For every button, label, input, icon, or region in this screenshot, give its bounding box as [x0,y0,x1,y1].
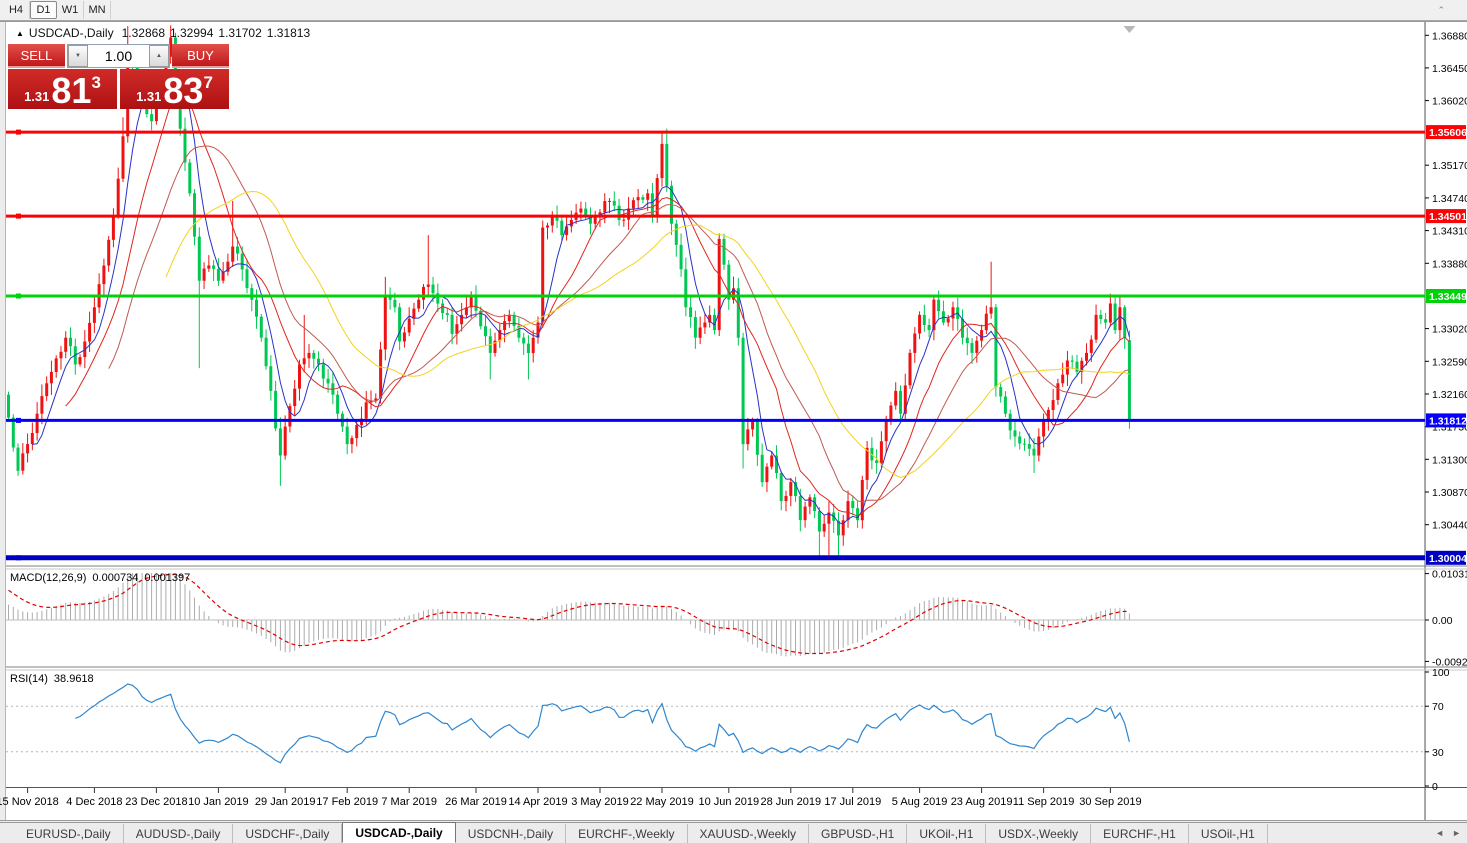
svg-text:1.32160: 1.32160 [1432,389,1467,401]
svg-text:1.35170: 1.35170 [1432,160,1467,172]
svg-text:10 Jun 2019: 10 Jun 2019 [699,796,760,808]
svg-text:1.33020: 1.33020 [1432,324,1467,336]
svg-text:1.36880: 1.36880 [1432,30,1467,42]
svg-text:1.30004: 1.30004 [1429,553,1467,565]
timeframe-button-h4[interactable]: H4 [3,1,30,19]
tab-usdx-weekly[interactable]: USDX-,Weekly [986,824,1092,843]
tab-eurchf-weekly[interactable]: EURCHF-,Weekly [566,824,688,843]
volume-value[interactable]: 1.00 [88,45,149,67]
svg-text:23 Dec 2018: 23 Dec 2018 [125,796,187,808]
tab-eurchf-h1[interactable]: EURCHF-,H1 [1091,824,1189,843]
svg-text:5 Aug 2019: 5 Aug 2019 [892,796,948,808]
ask-big-digits: 83 [163,70,204,111]
svg-text:1.36450: 1.36450 [1432,63,1467,75]
bid-price-box[interactable]: 1.31 81 3 [8,69,117,109]
one-click-trade-panel: SELL ▼ 1.00 ▲ BUY 1.31 81 3 1.31 83 7 [8,44,229,109]
svg-text:1.30870: 1.30870 [1432,487,1467,499]
svg-text:1.31300: 1.31300 [1432,454,1467,466]
rsi-indicator-label: RSI(14) 38.9618 [10,673,94,685]
svg-text:29 Jan 2019: 29 Jan 2019 [255,796,316,808]
svg-text:1.34310: 1.34310 [1432,226,1467,238]
svg-text:30: 30 [1432,747,1444,759]
svg-text:28 Jun 2019: 28 Jun 2019 [761,796,822,808]
toolbar-collapse-icon[interactable]: ⌃ [1437,5,1445,15]
svg-text:26 Mar 2019: 26 Mar 2019 [445,796,507,808]
ask-pip-digit: 7 [203,73,213,92]
svg-text:1.31812: 1.31812 [1429,415,1467,427]
tab-eurusd-daily[interactable]: EURUSD-,Daily [14,824,124,843]
tab-usdcad-daily[interactable]: USDCAD-,Daily [342,822,456,843]
svg-text:17 Jul 2019: 17 Jul 2019 [824,796,881,808]
ask-prefix: 1.31 [136,89,162,104]
svg-text:100: 100 [1432,667,1450,679]
svg-text:1.30440: 1.30440 [1432,520,1467,532]
svg-text:14 Apr 2019: 14 Apr 2019 [508,796,567,808]
svg-text:1.35606: 1.35606 [1429,127,1467,139]
ohlc-low: 1.31702 [218,26,262,40]
svg-text:15 Nov 2018: 15 Nov 2018 [0,796,59,808]
svg-text:10 Jan 2019: 10 Jan 2019 [188,796,249,808]
volume-decrease-button[interactable]: ▼ [68,45,88,67]
tabs-scroll-left-icon[interactable]: ◄ [1435,828,1444,838]
volume-increase-button[interactable]: ▲ [149,45,169,67]
svg-text:11 Sep 2019: 11 Sep 2019 [1013,796,1075,808]
svg-text:23 Aug 2019: 23 Aug 2019 [951,796,1013,808]
svg-text:1.34501: 1.34501 [1429,211,1467,223]
svg-text:1.36020: 1.36020 [1432,96,1467,108]
svg-text:1.33880: 1.33880 [1432,258,1467,270]
buy-button[interactable]: BUY [172,44,229,68]
timeframe-button-mn[interactable]: MN [84,1,111,19]
tab-usdcnh-daily[interactable]: USDCNH-,Daily [456,824,567,843]
timeframe-toolbar: H4 D1 W1 MN ⌃ [0,0,1467,21]
ohlc-close: 1.31813 [266,26,311,40]
svg-text:0: 0 [1432,781,1438,793]
bid-big-digits: 81 [51,70,92,111]
tab-xauusd-weekly[interactable]: XAUUSD-,Weekly [688,824,809,843]
svg-text:22 May 2019: 22 May 2019 [630,796,694,808]
ohlc-high: 1.32994 [170,26,214,40]
svg-text:1.32590: 1.32590 [1432,356,1467,368]
svg-text:30 Sep 2019: 30 Sep 2019 [1079,796,1141,808]
svg-text:7 Mar 2019: 7 Mar 2019 [381,796,437,808]
symbol-tab-bar: EURUSD-,Daily AUDUSD-,Daily USDCHF-,Daily U… [0,822,1467,843]
svg-text:70: 70 [1432,701,1444,713]
chart-canvas[interactable]: 15 Nov 2018 4 Dec 2018 23 Dec 2018 10 Jan 2… [0,0,1467,843]
chart-title: ▲ USDCAD-,Daily 1.32868 1.32994 1.31702 … [16,26,310,40]
svg-text:0.00: 0.00 [1432,615,1453,627]
tab-gbpusd-h1[interactable]: GBPUSD-,H1 [809,824,908,843]
macd-indicator-label: MACD(12,26,9) 0.000734 0.001397 [10,572,191,584]
timeframe-button-d1[interactable]: D1 [30,1,57,19]
tab-ukoil-h1[interactable]: UKOil-,H1 [907,824,987,843]
ohlc-open: 1.32868 [121,26,165,40]
tab-usdchf-daily[interactable]: USDCHF-,Daily [233,824,343,843]
tab-usoil-h1[interactable]: USOil-,H1 [1189,824,1268,843]
svg-text:17 Feb 2019: 17 Feb 2019 [316,796,378,808]
bid-prefix: 1.31 [24,89,50,104]
chart-collapse-icon[interactable]: ▲ [16,29,24,38]
tab-audusd-daily[interactable]: AUDUSD-,Daily [124,824,234,843]
sell-button[interactable]: SELL [8,44,65,68]
svg-text:1.34740: 1.34740 [1432,193,1467,205]
chart-symbol-label: USDCAD-,Daily [28,26,114,40]
svg-text:4 Dec 2018: 4 Dec 2018 [66,796,122,808]
svg-text:1.33449: 1.33449 [1429,291,1467,303]
tabs-scroll-right-icon[interactable]: ► [1452,828,1461,838]
svg-text:3 May 2019: 3 May 2019 [571,796,628,808]
volume-stepper: ▼ 1.00 ▲ [67,44,170,68]
ask-price-box[interactable]: 1.31 83 7 [120,69,229,109]
timeframe-button-w1[interactable]: W1 [57,1,84,19]
svg-text:0.010311: 0.010311 [1432,569,1467,581]
bid-pip-digit: 3 [91,73,101,92]
